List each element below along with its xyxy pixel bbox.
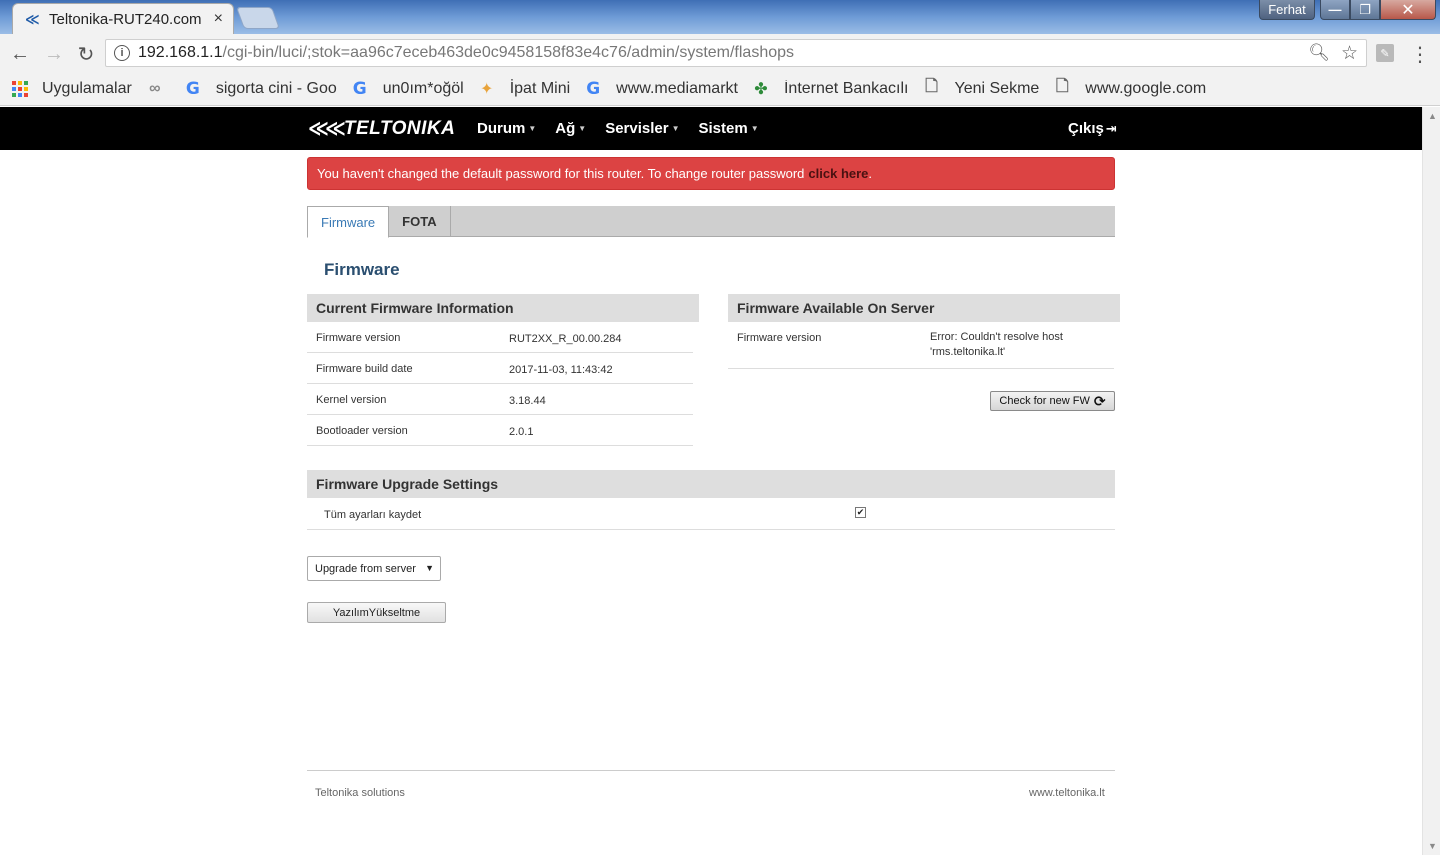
bookmark-item[interactable]: ✤ İnternet Bankacılı — [752, 79, 908, 99]
upgrade-firmware-button[interactable]: YazılımYükseltme — [307, 602, 446, 623]
glasses-icon: ∞ — [149, 79, 161, 97]
menu-item-durum[interactable]: Durum ▼ — [477, 120, 536, 137]
scroll-down-icon[interactable]: ▼ — [1428, 841, 1437, 851]
address-bar[interactable]: i 192.168.1.1/cgi-bin/luci/;stok=aa96c7e… — [105, 39, 1367, 67]
pdf-extension-icon[interactable]: ✎ — [1376, 44, 1394, 62]
teltonika-logo-icon: ≪≪ — [308, 118, 346, 140]
table-row: Bootloader version 2.0.1 — [307, 415, 693, 446]
pinwheel-icon: ✦ — [480, 80, 494, 98]
forward-arrow-icon[interactable]: → — [42, 42, 66, 66]
reload-icon[interactable]: ↻ — [74, 42, 98, 66]
bookmark-item[interactable]: 🗋︎ www.google.com — [1053, 75, 1206, 102]
router-navbar: ≪≪ TELTONIKA Durum ▼ Ağ ▼ Servisler ▼ Siste… — [0, 107, 1422, 150]
footer-website-link[interactable]: www.teltonika.lt — [1029, 787, 1105, 799]
zoom-icon[interactable]: 🔍︎ — [1308, 43, 1330, 63]
bookmark-item[interactable]: G un0ım*oğöl — [351, 79, 464, 99]
footer-divider — [307, 770, 1115, 771]
scroll-up-icon[interactable]: ▲ — [1428, 111, 1437, 121]
page-scrollbar[interactable]: ▲ ▼ — [1422, 107, 1440, 855]
window-maximize-button[interactable]: ❐ — [1350, 0, 1380, 20]
current-firmware-header: Current Firmware Information — [307, 294, 699, 322]
menu-item-ag[interactable]: Ağ ▼ — [555, 120, 586, 137]
browser-tab-active[interactable]: ≪ Teltonika-RUT240.com × — [12, 3, 234, 34]
table-row: Firmware version Error: Couldn't resolve … — [728, 322, 1114, 369]
logout-icon: ⇥ — [1105, 120, 1117, 136]
page-title: Firmware — [324, 260, 400, 279]
upgrade-source-select[interactable]: Upgrade from server ▼ — [307, 556, 441, 581]
table-row: Firmware version RUT2XX_R_00.00.284 — [307, 322, 693, 353]
check-new-fw-button[interactable]: Check for new FW ⟳ — [990, 391, 1115, 411]
page-content: ≪≪ TELTONIKA Durum ▼ Ağ ▼ Servisler ▼ Siste… — [0, 107, 1422, 855]
server-firmware-header: Firmware Available On Server — [728, 294, 1120, 322]
bookmark-star-icon[interactable]: ☆ — [1341, 42, 1358, 65]
bookmark-glasses[interactable]: ∞ — [146, 80, 170, 98]
page-icon: 🗋︎ — [925, 78, 938, 95]
browser-menu-icon[interactable]: ⋮ — [1410, 42, 1430, 67]
google-icon: G — [185, 78, 200, 99]
google-icon: G — [352, 78, 367, 99]
keep-settings-label: Tüm ayarları kaydet — [324, 509, 422, 521]
profile-button[interactable]: Ferhat — [1259, 0, 1315, 20]
logout-link[interactable]: Çıkış ⇥ — [1068, 120, 1117, 137]
url-host: 192.168.1.1 — [138, 44, 223, 61]
site-info-icon[interactable]: i — [114, 45, 130, 61]
bookmark-item[interactable]: G www.mediamarkt — [584, 79, 738, 99]
window-minimize-button[interactable]: — — [1320, 0, 1350, 20]
clover-icon: ✤ — [754, 80, 768, 98]
server-error-text: Error: Couldn't resolve host 'rms.telton… — [930, 331, 1063, 358]
bookmark-item[interactable]: 🗋︎ Yeni Sekme — [923, 75, 1039, 102]
firmware-tabs: Firmware FOTA — [307, 206, 1115, 238]
page-icon: 🗋︎ — [1055, 78, 1069, 95]
change-password-link[interactable]: click here — [808, 166, 868, 181]
bookmark-item[interactable]: ✦ İpat Mini — [478, 79, 570, 99]
browser-toolbar: ← → ↻ i 192.168.1.1/cgi-bin/luci/;stok=a… — [0, 34, 1440, 72]
teltonika-logo[interactable]: ≪≪ TELTONIKA — [308, 116, 455, 141]
footer-company: Teltonika solutions — [315, 787, 405, 799]
browser-titlebar: ≪ Teltonika-RUT240.com × Ferhat — ❐ ✕ — [0, 0, 1440, 34]
table-row: Kernel version 3.18.44 — [307, 384, 693, 415]
caret-down-icon: ▼ — [528, 124, 537, 133]
keep-settings-checkbox[interactable]: ✔ — [855, 507, 866, 518]
main-menu: Durum ▼ Ağ ▼ Servisler ▼ Sistem ▼ — [477, 120, 778, 137]
tab-firmware[interactable]: Firmware — [307, 206, 390, 238]
caret-down-icon: ▼ — [671, 124, 680, 133]
caret-down-icon: ▼ — [750, 124, 759, 133]
caret-down-icon: ▼ — [578, 124, 587, 133]
back-arrow-icon[interactable]: ← — [8, 42, 32, 66]
bookmark-item[interactable]: G sigorta cini - Goo — [184, 79, 337, 99]
refresh-icon: ⟳ — [1093, 392, 1106, 409]
new-tab-button[interactable] — [235, 7, 281, 29]
keep-settings-row: Tüm ayarları kaydet ✔ — [307, 499, 1115, 530]
upgrade-settings-header: Firmware Upgrade Settings — [307, 470, 1115, 498]
tab-title: Teltonika-RUT240.com — [49, 10, 202, 28]
teltonika-favicon-icon: ≪ — [25, 10, 40, 27]
default-password-alert: You haven't changed the default password… — [307, 157, 1115, 190]
table-row: Firmware build date 2017-11-03, 11:43:42 — [307, 353, 693, 384]
tab-fota[interactable]: FOTA — [389, 206, 451, 237]
google-icon: G — [586, 78, 601, 99]
dropdown-arrow-icon: ▼ — [425, 563, 434, 573]
url-path: /cgi-bin/luci/;stok=aa96c7eceb463de0c945… — [222, 44, 795, 61]
apps-grid-icon — [12, 80, 28, 97]
window-close-button[interactable]: ✕ — [1380, 0, 1436, 20]
menu-item-sistem[interactable]: Sistem ▼ — [699, 120, 759, 137]
bookmark-apps[interactable]: Uygulamalar — [12, 80, 132, 98]
tab-close-icon[interactable]: × — [214, 10, 223, 28]
menu-item-servisler[interactable]: Servisler ▼ — [605, 120, 679, 137]
bookmarks-bar: Uygulamalar ∞ G sigorta cini - Goo G un0… — [0, 72, 1440, 106]
